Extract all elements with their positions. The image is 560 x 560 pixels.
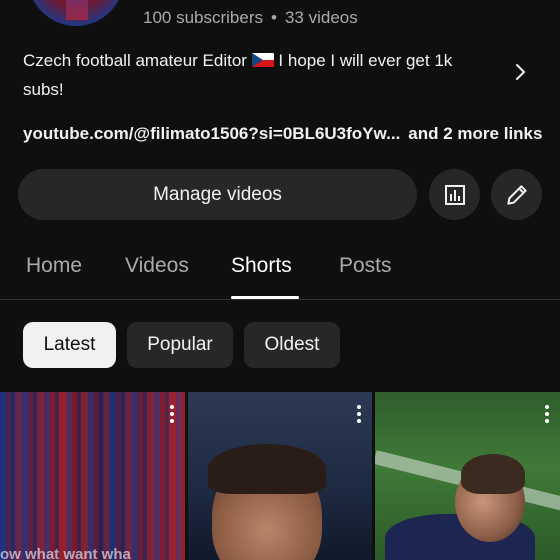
filter-oldest[interactable]: Oldest — [244, 322, 340, 368]
more-vert-icon[interactable] — [169, 404, 175, 424]
short-thumbnail[interactable] — [188, 392, 372, 560]
channel-link-url[interactable]: youtube.com/@filimato1506?si=0BL6U3foYw.… — [23, 124, 400, 143]
tab-home[interactable]: Home — [26, 254, 82, 278]
czech-flag-icon — [251, 53, 274, 67]
filter-latest[interactable]: Latest — [23, 322, 116, 368]
video-count: 33 videos — [284, 8, 358, 27]
short-thumbnail[interactable] — [375, 392, 560, 560]
channel-avatar[interactable] — [28, 0, 124, 26]
more-vert-icon[interactable] — [356, 404, 362, 424]
stats-separator: • — [271, 8, 277, 27]
channel-stats: 100 subscribers • 33 videos — [143, 8, 358, 28]
short-caption: ow what want wha — [0, 546, 131, 560]
active-tab-indicator — [231, 296, 299, 299]
tab-posts[interactable]: Posts — [339, 254, 392, 278]
edit-channel-button[interactable] — [491, 169, 542, 220]
channel-description[interactable]: Czech football amateur Editor I hope I w… — [23, 46, 493, 104]
more-links[interactable]: and 2 more links — [408, 124, 542, 143]
manage-videos-label: Manage videos — [153, 183, 282, 205]
subscriber-count: 100 subscribers — [143, 8, 264, 27]
edit-pencil-icon — [506, 184, 527, 205]
channel-tabs: Home Videos Shorts Posts — [0, 244, 560, 300]
player-hair-image — [461, 454, 525, 494]
channel-links[interactable]: youtube.com/@filimato1506?si=0BL6U3foYw.… — [23, 124, 542, 144]
manage-videos-button[interactable]: Manage videos — [18, 169, 417, 220]
analytics-button[interactable] — [429, 169, 480, 220]
chevron-right-icon[interactable] — [508, 60, 532, 84]
analytics-icon — [444, 184, 465, 205]
tab-videos[interactable]: Videos — [125, 254, 189, 278]
player-hair-image — [208, 444, 326, 494]
tab-shorts[interactable]: Shorts — [231, 254, 292, 278]
more-vert-icon[interactable] — [544, 404, 550, 424]
description-text: Czech football amateur Editor — [23, 51, 247, 70]
short-thumbnail[interactable]: ow what want wha — [0, 392, 185, 560]
filter-popular[interactable]: Popular — [127, 322, 233, 368]
